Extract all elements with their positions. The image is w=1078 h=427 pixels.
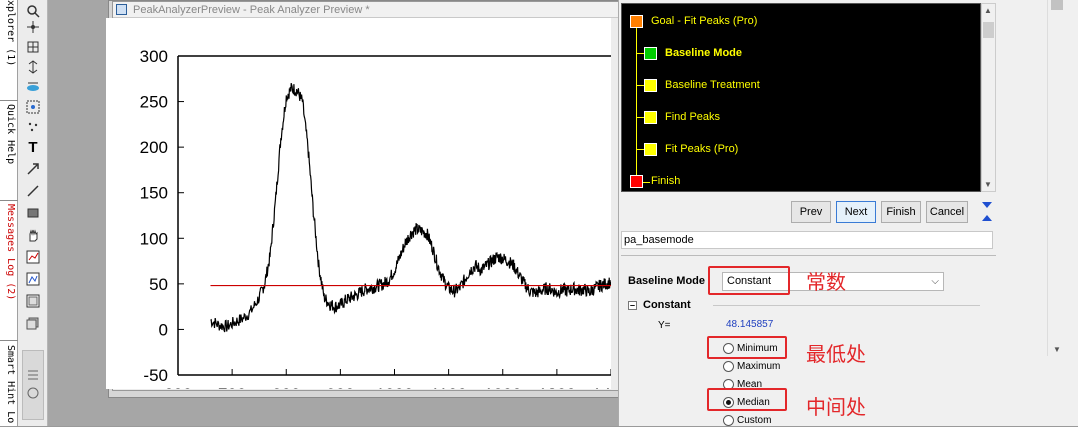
- flowchart[interactable]: Goal - Fit Peaks (Pro) Baseline Mode Basel…: [621, 3, 981, 192]
- x-tick-label: 1000: [376, 385, 414, 389]
- messages-log-tab[interactable]: Messages Log (2): [0, 204, 18, 314]
- collapse-up-icon[interactable]: [980, 213, 994, 223]
- x-tick-label: 700: [218, 385, 246, 389]
- annotation-middle: 中间处: [806, 395, 866, 419]
- flowchart-node[interactable]: Baseline Mode: [644, 45, 742, 61]
- cancel-button[interactable]: Cancel: [926, 201, 968, 223]
- y-tick-label: 300: [140, 47, 168, 66]
- flowchart-node-label: Fit Peaks (Pro): [665, 143, 739, 155]
- settings-panel: Baseline Mode Constant ⌵ 常数 – Constant Y…: [621, 255, 996, 426]
- node-status-square: [644, 78, 657, 92]
- node-status-square: [644, 110, 657, 124]
- prev-button[interactable]: Prev: [791, 201, 831, 223]
- radio-circle[interactable]: [723, 360, 734, 372]
- flowchart-node-label: Goal - Fit Peaks (Pro): [651, 15, 758, 27]
- collapse-icon[interactable]: –: [628, 300, 637, 310]
- baseline-mode-label: Baseline Mode: [628, 275, 706, 287]
- theme-path-box: pa_basemode: [621, 231, 993, 249]
- x-tick-label: 1100: [430, 385, 467, 389]
- node-status-square: [630, 14, 643, 28]
- x-tick-label: 1300: [538, 385, 576, 389]
- node-status-square: [644, 142, 657, 156]
- constant-group-header[interactable]: – Constant: [628, 299, 691, 311]
- y-tick-label: 200: [140, 138, 168, 157]
- window-icon: [116, 4, 127, 15]
- screen-reader-icon[interactable]: [24, 38, 42, 56]
- annotation-constant: 常数: [806, 270, 846, 294]
- finish-button[interactable]: Finish: [881, 201, 921, 223]
- toolbar-scroll-area[interactable]: [22, 350, 44, 420]
- x-tick-label: 600: [164, 385, 192, 389]
- scale-icon[interactable]: [24, 58, 42, 76]
- x-tick-label: 1400: [592, 385, 611, 389]
- region-select-icon[interactable]: [24, 98, 42, 116]
- window-title: PeakAnalyzerPreview - Peak Analyzer Prev…: [133, 3, 370, 16]
- text-tool-icon[interactable]: T: [24, 138, 42, 156]
- smart-hint-tab[interactable]: Smart Hint Lo: [0, 345, 18, 426]
- left-dock-strip: xplorer (1) Quick Help Messages Log (2) …: [0, 0, 18, 426]
- highlight-box-median: [707, 388, 787, 411]
- right-scrollbar[interactable]: ▼: [1047, 0, 1065, 356]
- radio-label: Custom: [737, 414, 772, 426]
- object-manager-icon[interactable]: [24, 314, 42, 332]
- y-label: Y=: [658, 320, 671, 331]
- graph-icon[interactable]: [24, 248, 42, 266]
- flowchart-node[interactable]: Baseline Treatment: [644, 77, 760, 93]
- y-tick-label: 0: [159, 320, 168, 339]
- mask-points-icon[interactable]: [24, 118, 42, 136]
- peak-analyzer-panel: Goal - Fit Peaks (Pro) Baseline Mode Basel…: [618, 0, 1078, 426]
- layer-icon[interactable]: [24, 292, 42, 310]
- y-tick-label: 150: [140, 184, 168, 203]
- signal-series-line: [210, 83, 611, 333]
- data-reader-icon[interactable]: [24, 18, 42, 36]
- collapse-down-icon[interactable]: [980, 200, 994, 210]
- chart-icon[interactable]: [24, 270, 42, 288]
- y-tick-label: 250: [140, 93, 168, 112]
- annotation-lowest: 最低处: [806, 342, 866, 366]
- y-tick-label: 100: [140, 229, 168, 248]
- y-value: 48.145857: [726, 319, 774, 330]
- arrow-tool-icon[interactable]: [24, 160, 42, 178]
- y-tick-label: 50: [149, 275, 168, 294]
- flowchart-node[interactable]: Goal - Fit Peaks (Pro): [630, 13, 757, 29]
- flowchart-node[interactable]: Find Peaks: [644, 109, 720, 125]
- highlight-box-minimum: [707, 336, 787, 359]
- flowchart-node-label: Finish: [651, 175, 681, 187]
- y-tick-label: -50: [143, 366, 168, 385]
- flowchart-node[interactable]: Finish: [630, 173, 680, 189]
- rectangle-tool-icon[interactable]: [24, 204, 42, 222]
- flowchart-node-label: Baseline Treatment: [665, 79, 760, 91]
- flowchart-scrollbar[interactable]: ▲ ▼: [981, 3, 996, 192]
- quick-help-tab[interactable]: Quick Help: [0, 104, 18, 196]
- x-tick-label: 1200: [484, 385, 522, 389]
- flowchart-node[interactable]: Fit Peaks (Pro): [644, 141, 738, 157]
- tools-toolbar: T: [18, 0, 48, 426]
- radio-maximum[interactable]: Maximum: [723, 359, 780, 373]
- chevron-down-icon: ⌵: [931, 276, 939, 287]
- radio-label: Maximum: [737, 360, 781, 372]
- x-tick-label: 800: [272, 385, 300, 389]
- window-titlebar[interactable]: PeakAnalyzerPreview - Peak Analyzer Prev…: [113, 2, 656, 18]
- pan-hand-icon[interactable]: [24, 226, 42, 244]
- plot-page[interactable]: 300 250 200 150 100 50 0 -50600 700 800 900 1000 110…: [106, 18, 611, 389]
- chart[interactable]: 300 250 200 150 100 50 0 -50600 700 800 900 1000 110…: [106, 18, 611, 389]
- flowchart-node-label: Baseline Mode: [665, 47, 743, 59]
- explorer-tab[interactable]: xplorer (1): [0, 0, 18, 100]
- flowchart-node-label: Find Peaks: [665, 111, 721, 123]
- constant-group-label: Constant: [643, 299, 691, 311]
- node-status-square: [630, 174, 643, 188]
- radio-custom[interactable]: Custom: [723, 413, 771, 427]
- highlight-box-mode: [708, 266, 790, 295]
- x-tick-label: 900: [326, 385, 354, 389]
- next-button[interactable]: Next: [836, 201, 876, 223]
- line-tool-icon[interactable]: [24, 182, 42, 200]
- node-status-square: [644, 46, 657, 60]
- draw-data-icon[interactable]: [24, 78, 42, 96]
- radio-circle[interactable]: [723, 414, 734, 426]
